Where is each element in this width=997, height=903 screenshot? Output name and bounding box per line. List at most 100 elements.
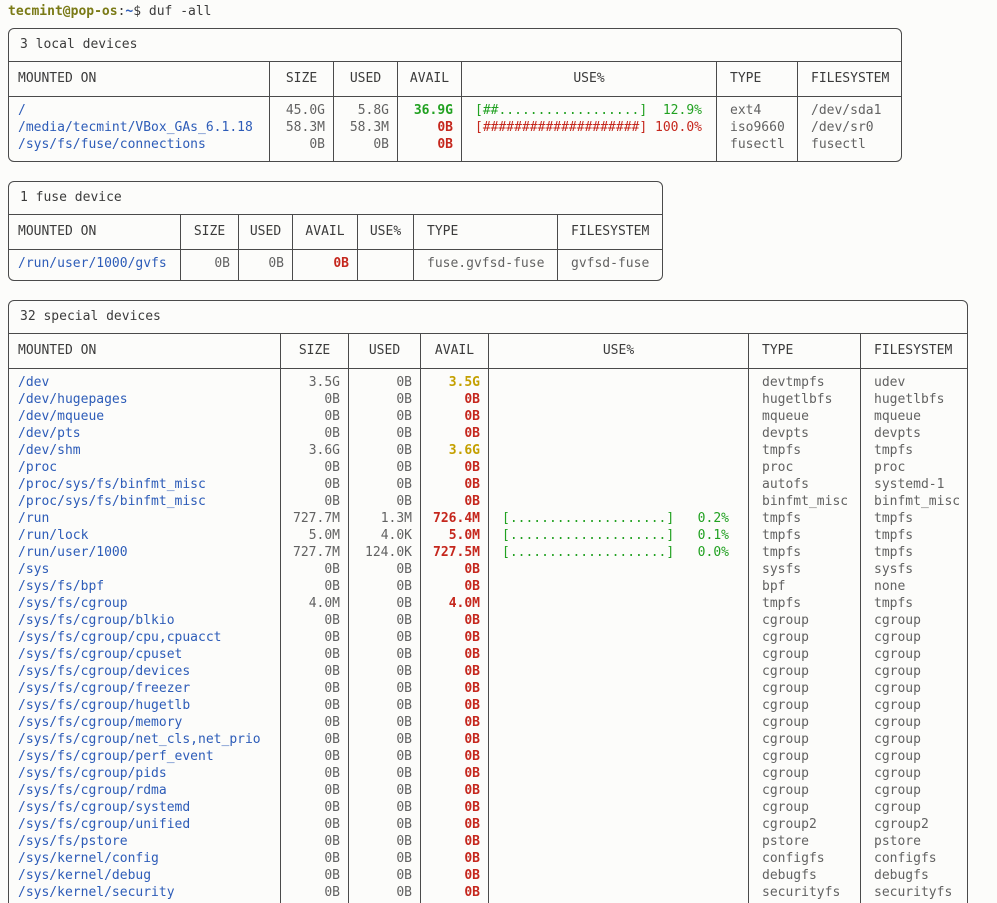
fs-cell: cgroup <box>861 629 967 646</box>
terminal-window[interactable]: tecmint@pop-os:~$ duf -all 3 local devic… <box>0 0 997 903</box>
use-cell <box>489 391 749 408</box>
used-cell: 0B <box>349 369 421 391</box>
mount-cell: /sys/fs/cgroup/cpuset <box>9 646 281 663</box>
mount-cell: /run/user/1000/gvfs <box>9 250 181 280</box>
type-cell: securityfs <box>749 884 861 903</box>
mount-cell: /dev <box>9 369 281 391</box>
use-cell <box>358 250 414 280</box>
type-cell: devpts <box>749 425 861 442</box>
fs-cell: securityfs <box>861 884 967 903</box>
fs-cell: cgroup2 <box>861 816 967 833</box>
use-cell <box>489 731 749 748</box>
type-cell: cgroup <box>749 680 861 697</box>
avail-cell: 0B <box>421 765 489 782</box>
used-cell: 0B <box>349 833 421 850</box>
column-header-type: TYPE <box>414 215 558 250</box>
size-cell: 0B <box>281 884 349 903</box>
use-cell <box>489 476 749 493</box>
prompt-symbol: $ <box>133 4 141 19</box>
used-cell: 0B <box>349 391 421 408</box>
fs-cell: configfs <box>861 850 967 867</box>
use-cell: [....................] 0.2% <box>489 510 749 527</box>
mount-cell: /run <box>9 510 281 527</box>
device-table-2: 1 fuse deviceMOUNTED ONSIZEUSEDAVAILUSE%… <box>8 181 663 281</box>
size-cell: 3.6G <box>281 442 349 459</box>
mount-cell: /sys/kernel/security <box>9 884 281 903</box>
use-cell <box>489 799 749 816</box>
used-cell: 5.8G <box>334 97 398 119</box>
type-cell: cgroup <box>749 782 861 799</box>
size-cell: 0B <box>281 425 349 442</box>
use-cell <box>489 442 749 459</box>
type-cell: pstore <box>749 833 861 850</box>
used-cell: 0B <box>349 408 421 425</box>
mount-cell: /sys/fs/cgroup <box>9 595 281 612</box>
avail-cell: 0B <box>421 391 489 408</box>
use-cell <box>489 459 749 476</box>
avail-cell: 0B <box>421 680 489 697</box>
size-cell: 0B <box>281 782 349 799</box>
used-cell: 0B <box>349 561 421 578</box>
type-cell: cgroup <box>749 612 861 629</box>
device-table-1: 3 local devicesMOUNTED ONSIZEUSEDAVAILUS… <box>8 28 902 162</box>
avail-cell: 0B <box>421 697 489 714</box>
column-header-size: SIZE <box>181 215 239 250</box>
table-title: 32 special devices <box>9 301 967 334</box>
fs-cell: systemd-1 <box>861 476 967 493</box>
used-cell: 0B <box>349 578 421 595</box>
avail-cell: 0B <box>421 459 489 476</box>
use-cell <box>489 697 749 714</box>
avail-cell: 0B <box>421 663 489 680</box>
avail-cell: 0B <box>421 629 489 646</box>
size-cell: 0B <box>281 561 349 578</box>
avail-cell: 0B <box>421 408 489 425</box>
fs-cell: hugetlbfs <box>861 391 967 408</box>
mount-cell: /sys/fs/cgroup/systemd <box>9 799 281 816</box>
mount-cell: /sys/fs/cgroup/pids <box>9 765 281 782</box>
used-cell: 0B <box>349 867 421 884</box>
mount-cell: /sys/fs/cgroup/perf_event <box>9 748 281 765</box>
size-cell: 727.7M <box>281 510 349 527</box>
type-cell: tmpfs <box>749 442 861 459</box>
mount-cell: /sys/kernel/config <box>9 850 281 867</box>
mount-cell: /sys/fs/bpf <box>9 578 281 595</box>
used-cell: 0B <box>349 850 421 867</box>
use-cell <box>489 595 749 612</box>
fs-cell: binfmt_misc <box>861 493 967 510</box>
fs-cell: cgroup <box>861 714 967 731</box>
type-cell: proc <box>749 459 861 476</box>
prompt-user-host: tecmint@pop-os <box>8 4 118 19</box>
mount-cell: /proc/sys/fs/binfmt_misc <box>9 493 281 510</box>
size-cell: 0B <box>281 493 349 510</box>
mount-cell: /sys/fs/cgroup/rdma <box>9 782 281 799</box>
size-cell: 5.0M <box>281 527 349 544</box>
mount-cell: /sys/fs/fuse/connections <box>9 136 270 161</box>
column-header-avail: AVAIL <box>421 334 489 369</box>
used-cell: 0B <box>349 765 421 782</box>
used-cell: 0B <box>349 646 421 663</box>
avail-cell: 0B <box>421 612 489 629</box>
type-cell: cgroup <box>749 714 861 731</box>
used-cell: 1.3M <box>349 510 421 527</box>
used-cell: 0B <box>349 714 421 731</box>
mount-cell: /sys/fs/cgroup/net_cls,net_prio <box>9 731 281 748</box>
used-cell: 0B <box>349 782 421 799</box>
avail-cell: 726.4M <box>421 510 489 527</box>
use-cell: [####################] 100.0% <box>462 119 717 136</box>
prompt-line: tecmint@pop-os:~$ duf -all <box>8 3 997 20</box>
type-cell: cgroup2 <box>749 816 861 833</box>
size-cell: 0B <box>281 663 349 680</box>
size-cell: 0B <box>281 850 349 867</box>
fs-cell: cgroup <box>861 680 967 697</box>
type-cell: tmpfs <box>749 544 861 561</box>
type-cell: tmpfs <box>749 527 861 544</box>
column-header-avail: AVAIL <box>293 215 358 250</box>
mount-cell: /sys/fs/cgroup/freezer <box>9 680 281 697</box>
table-grid: MOUNTED ONSIZEUSEDAVAILUSE%TYPEFILESYSTE… <box>9 215 662 280</box>
size-cell: 727.7M <box>281 544 349 561</box>
column-header-used: USED <box>239 215 293 250</box>
type-cell: sysfs <box>749 561 861 578</box>
avail-cell: 0B <box>421 748 489 765</box>
used-cell: 0B <box>349 459 421 476</box>
avail-cell: 0B <box>421 493 489 510</box>
